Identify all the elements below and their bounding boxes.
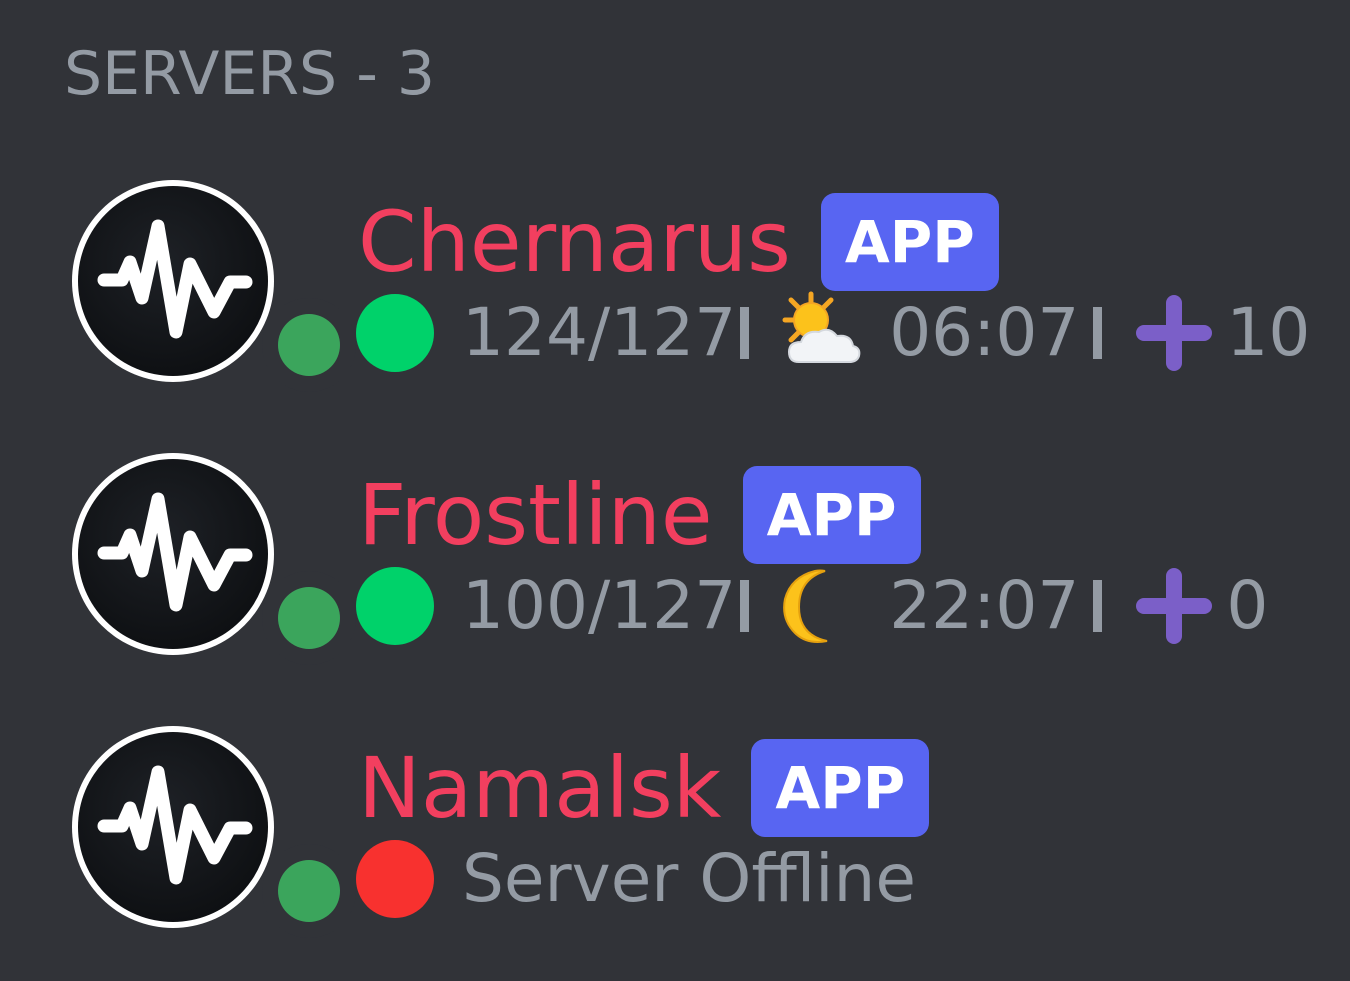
avatar-status-ring — [262, 298, 356, 392]
server-status: 124/127 06:07 10 — [356, 290, 1310, 376]
server-row-namalsk[interactable]: Namalsk APP Server Offline — [0, 724, 1350, 954]
separator — [1093, 307, 1103, 359]
offline-status-text: Server Offline — [462, 840, 916, 917]
section-header: SERVERS - 3 — [64, 39, 436, 109]
red-circle-icon — [356, 840, 434, 918]
avatar-status-ring — [262, 571, 356, 665]
app-badge: APP — [742, 466, 921, 564]
server-name[interactable]: Namalsk — [358, 738, 721, 838]
server-name[interactable]: Frostline — [358, 465, 713, 565]
server-row-chernarus[interactable]: Chernarus APP 124/127 06:07 10 — [0, 178, 1350, 408]
separator — [740, 307, 750, 359]
pulse-logo-icon — [97, 765, 253, 885]
sun-behind-cloud-icon — [782, 291, 861, 363]
server-status: Server Offline — [356, 836, 916, 922]
green-circle-icon — [356, 567, 434, 645]
plus-icon — [1136, 568, 1213, 644]
server-row-frostline[interactable]: Frostline APP 100/127 22:07 0 — [0, 451, 1350, 681]
avatar[interactable] — [72, 180, 356, 392]
player-count: 124/127 — [462, 294, 737, 371]
pulse-logo-icon — [97, 492, 253, 612]
app-badge: APP — [820, 193, 999, 291]
server-name[interactable]: Chernarus — [358, 192, 791, 292]
avatar[interactable] — [72, 453, 356, 665]
online-status-icon — [278, 587, 340, 649]
player-count: 100/127 — [462, 567, 737, 644]
server-time: 22:07 — [889, 567, 1080, 644]
server-list-panel: SERVERS - 3 Chernarus APP 124/127 06:07 … — [0, 0, 1350, 981]
pulse-logo-icon — [97, 219, 253, 339]
avatar[interactable] — [72, 726, 356, 938]
avatar-status-ring — [262, 844, 356, 938]
green-circle-icon — [356, 294, 434, 372]
separator — [740, 580, 750, 632]
plus-icon — [1136, 295, 1213, 371]
queue-count: 10 — [1226, 294, 1311, 371]
app-badge: APP — [751, 739, 930, 837]
crescent-moon-icon — [783, 569, 828, 643]
online-status-icon — [278, 860, 340, 922]
separator — [1093, 580, 1103, 632]
queue-count: 0 — [1226, 567, 1269, 644]
server-status: 100/127 22:07 0 — [356, 563, 1268, 649]
server-time: 06:07 — [889, 294, 1080, 371]
online-status-icon — [278, 314, 340, 376]
